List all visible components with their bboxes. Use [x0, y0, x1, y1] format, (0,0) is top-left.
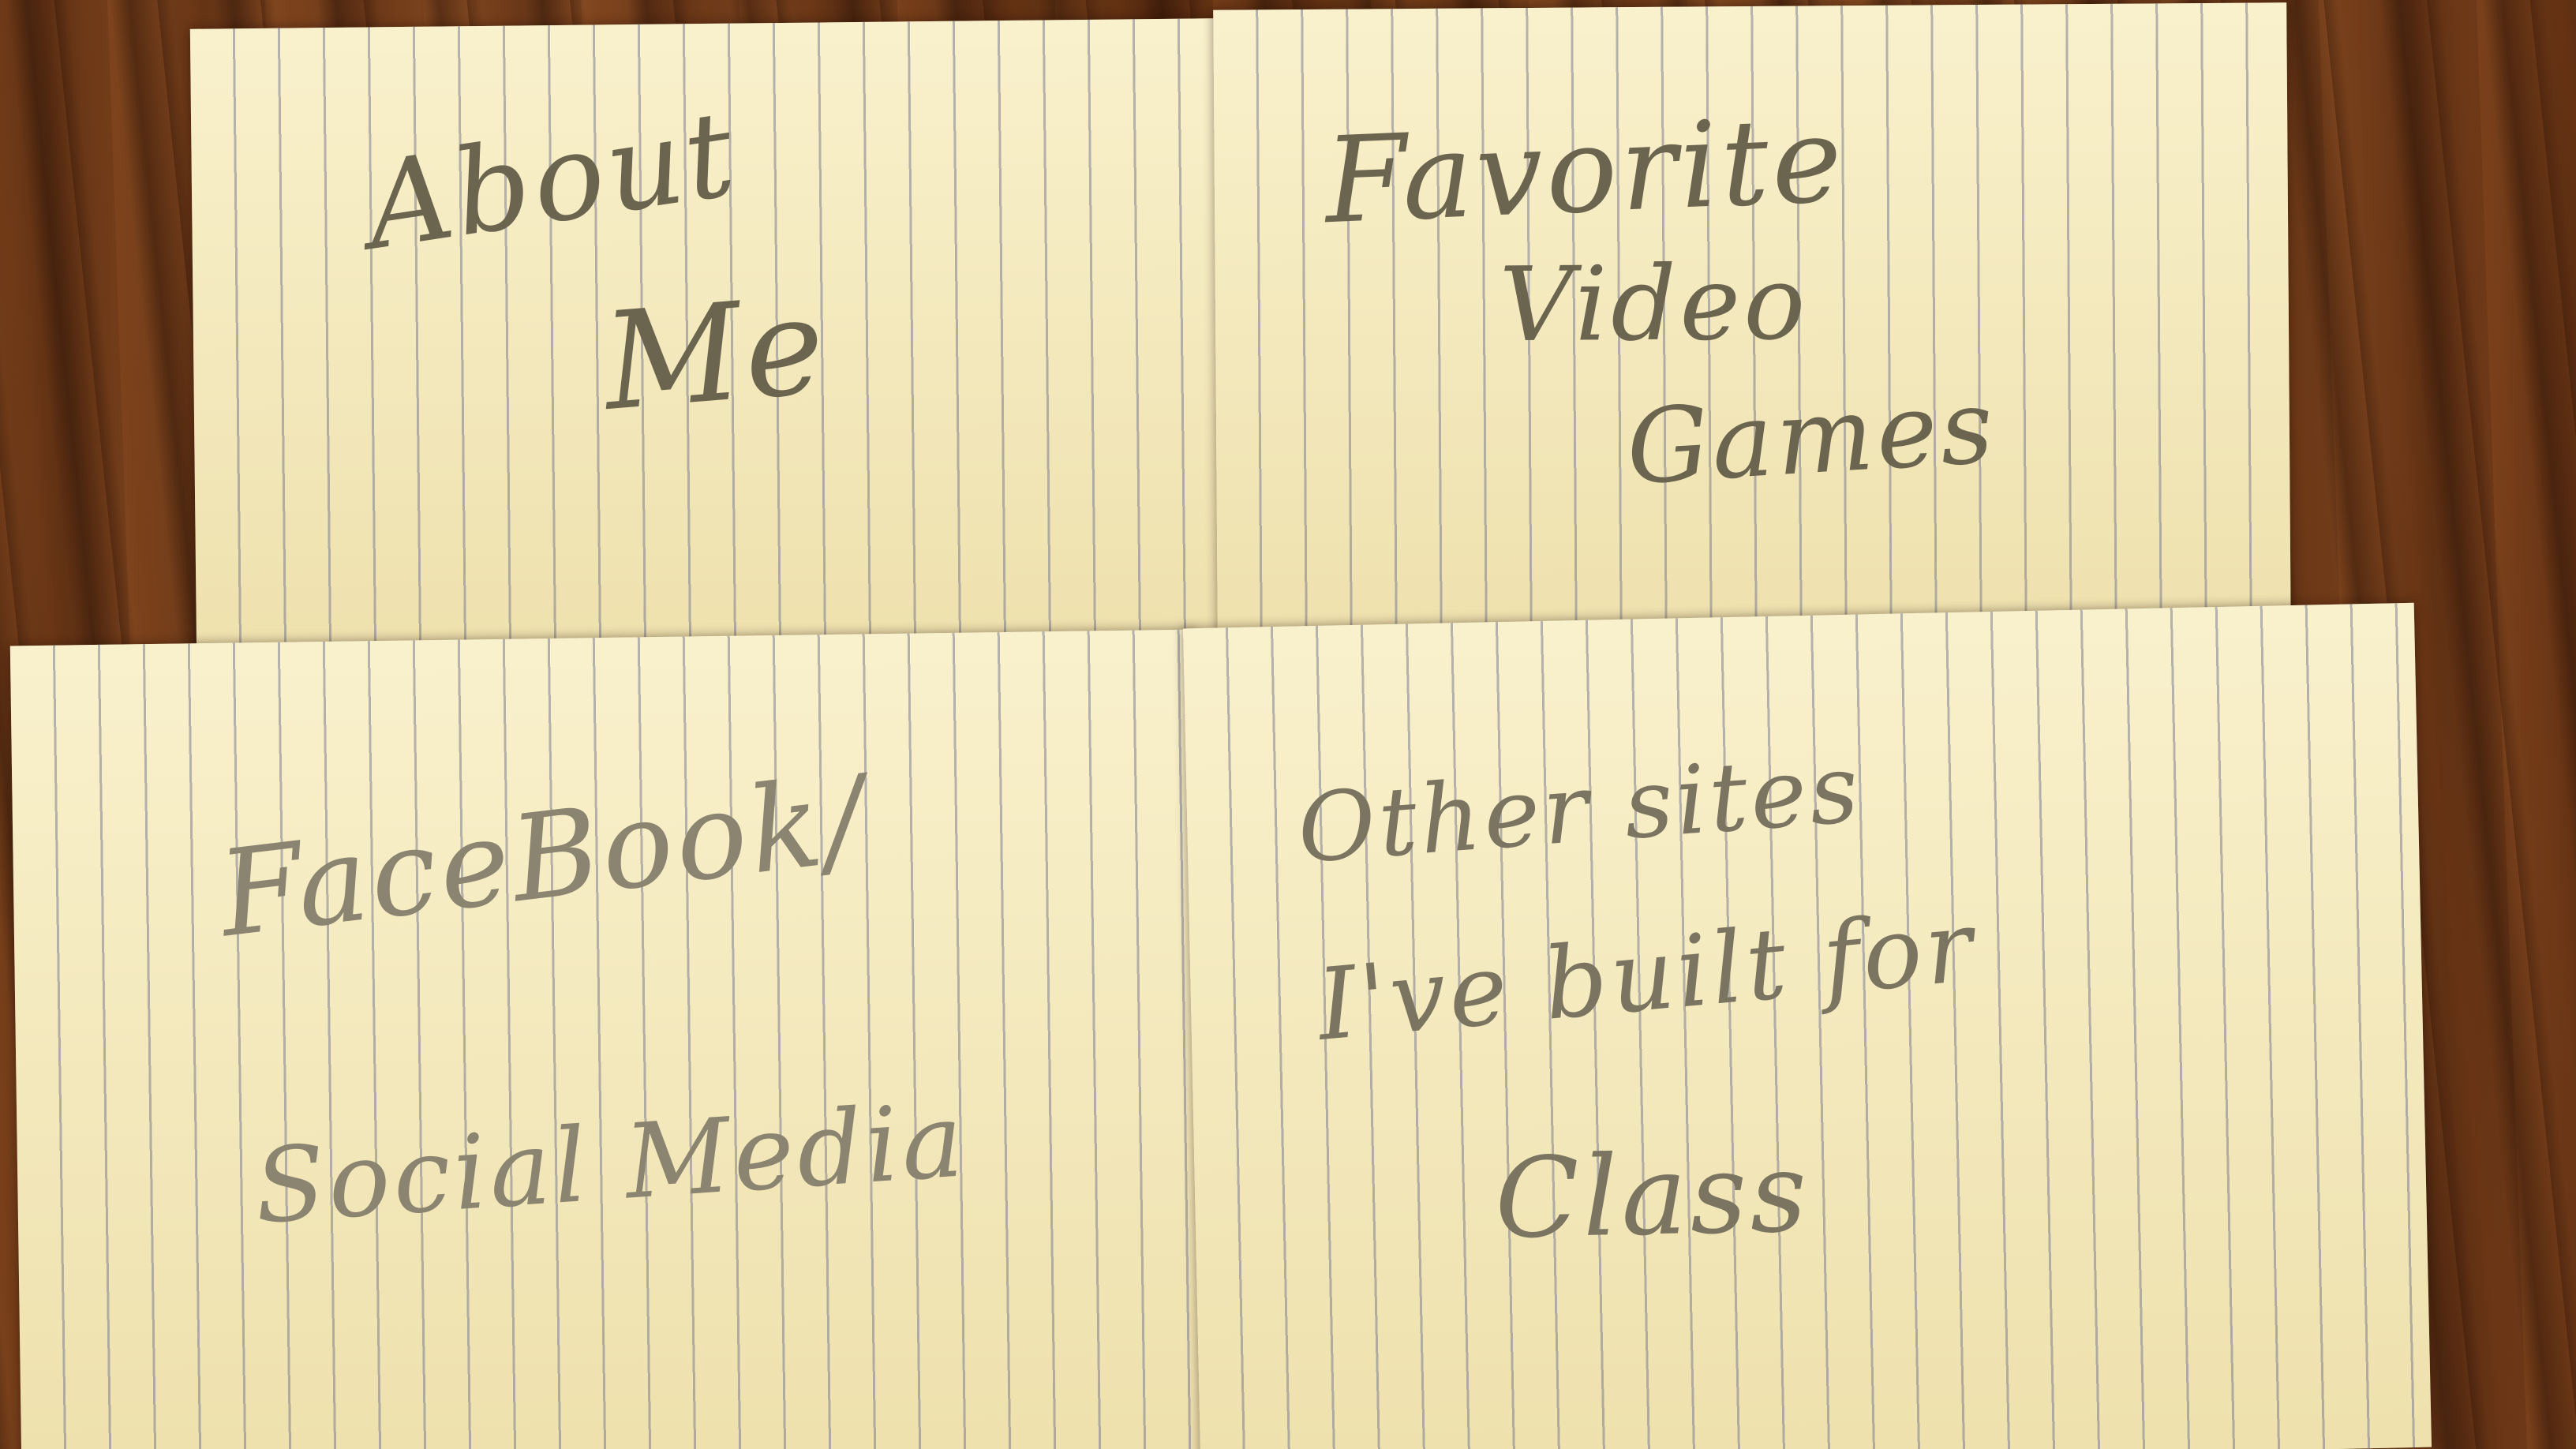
other-sites-line1: Other sites [1294, 733, 1866, 885]
about-me-line2: Me [597, 267, 833, 441]
facebook-line1: FaceBook/ [212, 750, 875, 964]
about-me-line1: About [357, 84, 746, 277]
about-me-card: About Me [189, 18, 1223, 661]
favorite-video-games-line1: Favorite [1322, 91, 1848, 251]
favorite-video-games-card: Favorite Video Games [1213, 2, 2291, 650]
favorite-video-games-line3: Games [1623, 365, 2000, 508]
facebook-line2: Social Media [250, 1080, 970, 1247]
other-sites-line3: Class [1493, 1128, 1811, 1264]
wood-floor-background: About Me Favorite Video Games FaceBook/ … [0, 0, 2576, 1449]
other-sites-card: Other sites I've built for Class [1182, 602, 2432, 1449]
facebook-social-media-card: FaceBook/ Social Media [9, 629, 1206, 1449]
other-sites-line2: I've built for [1312, 889, 1980, 1063]
favorite-video-games-line2: Video [1499, 242, 1809, 365]
